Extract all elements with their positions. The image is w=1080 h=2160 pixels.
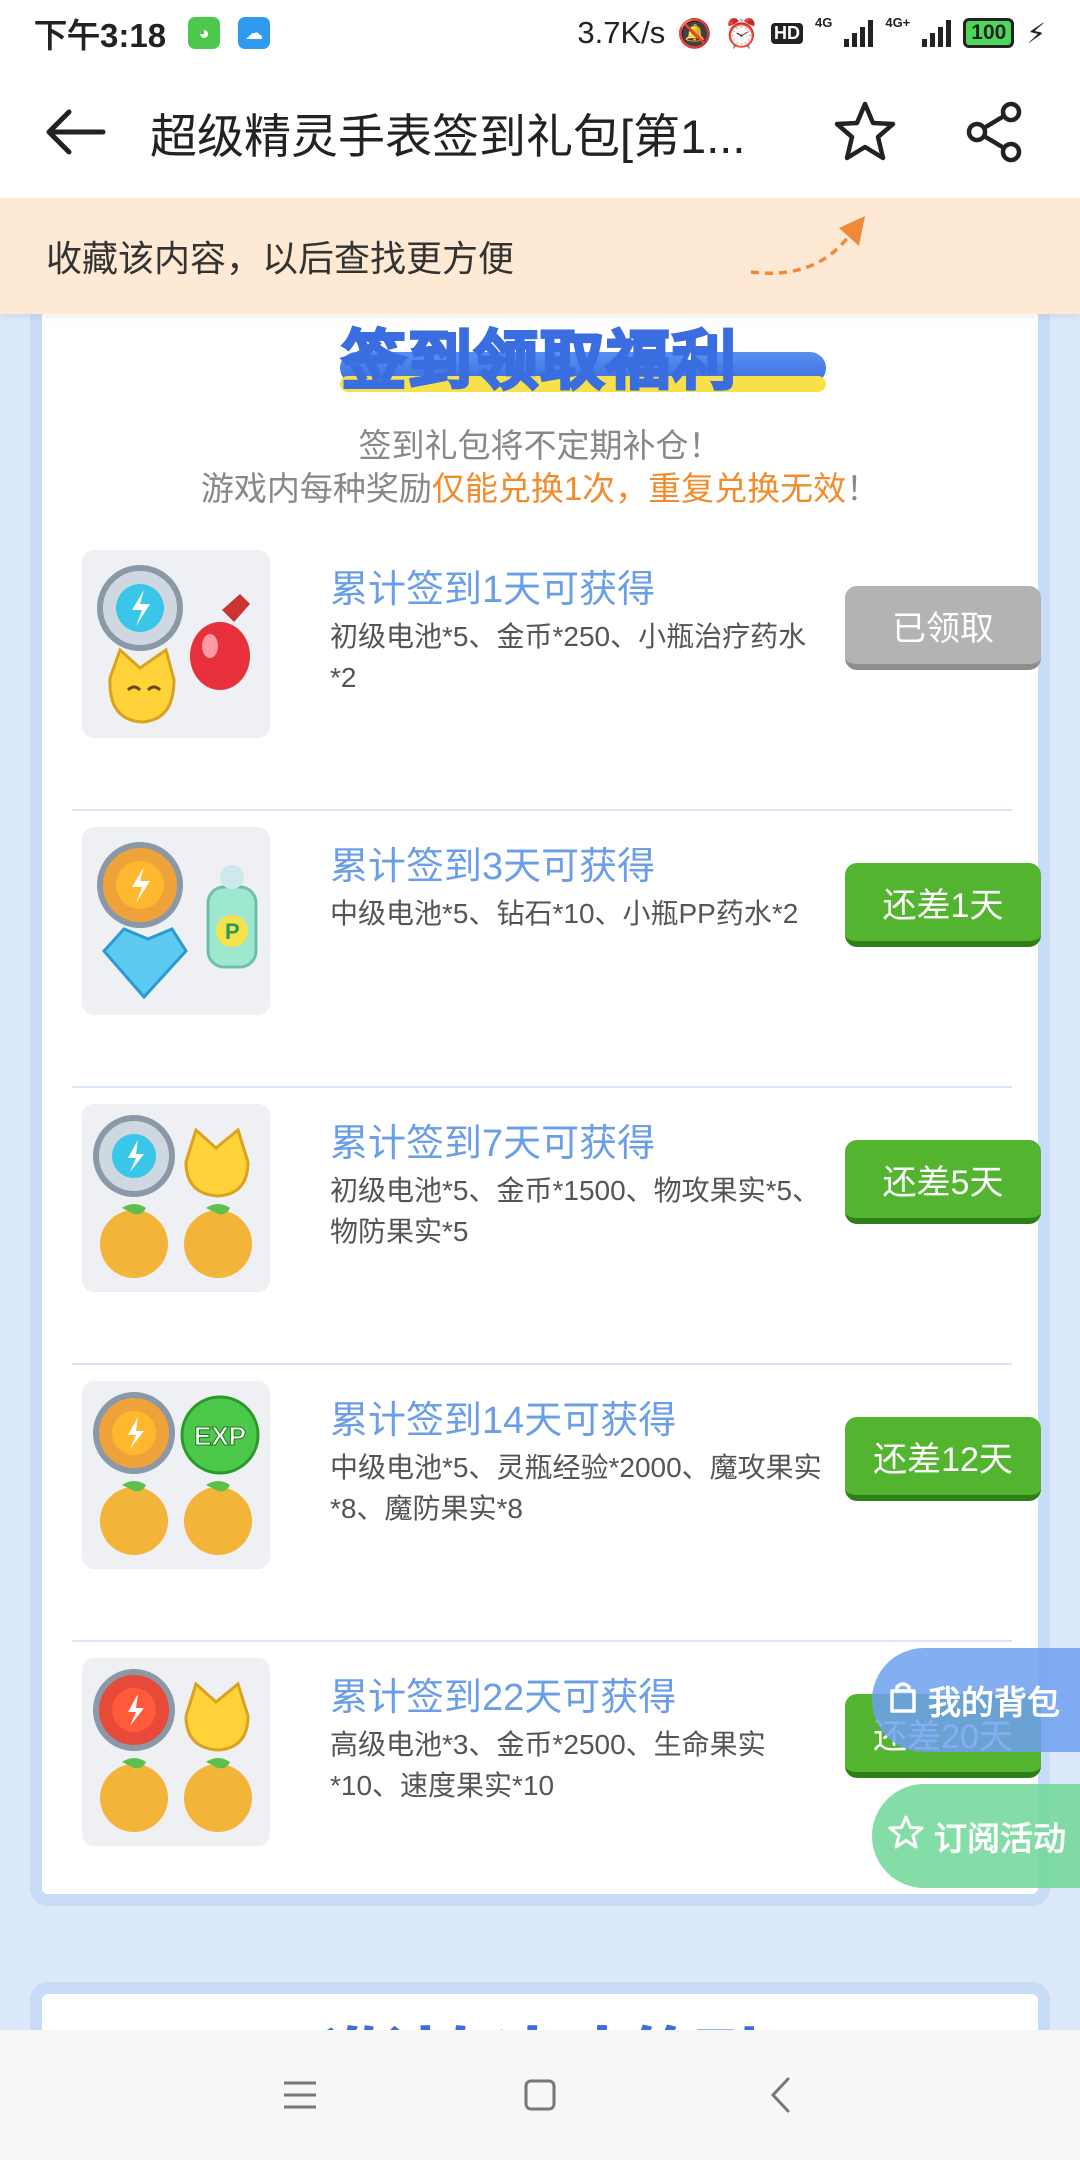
subtitle-line-2: 游戏内每种奖励仅能兑换1次，重复兑换无效！ (200, 470, 880, 507)
tip-text: 收藏该内容，以后查找更方便 (46, 238, 515, 279)
back-arrow-icon (46, 109, 106, 155)
my-bag-label: 我的背包 (928, 1684, 1060, 1721)
reward-title: 累计签到3天可获得 (330, 846, 656, 888)
home-square-icon (524, 2079, 556, 2111)
reward-title: 累计签到14天可获得 (330, 1400, 677, 1442)
reward-items-image (82, 1658, 270, 1846)
reward-row: 累计签到7天可获得 初级电池*5、金币*1500、物攻果实*5、物防果实*5 还… (72, 1088, 1041, 1365)
app-header: 超级精灵手表签到礼包[第1... (0, 66, 1080, 198)
subscribe-label: 订阅活动 (934, 1820, 1066, 1857)
page-title: 超级精灵手表签到礼包[第1... (150, 109, 746, 163)
reward-items-image (82, 550, 270, 738)
share-icon (966, 101, 1022, 163)
days-remaining-button[interactable]: 还差12天 (845, 1417, 1041, 1501)
alarm-icon: ⏰ (724, 17, 759, 49)
section-title: 签到领取福利 (341, 324, 738, 399)
reward-description: 初级电池*5、金币*1500、物攻果实*5、物防果实*5 (330, 1175, 821, 1247)
reward-description: 初级电池*5、金币*250、小瓶治疗药水*2 (330, 621, 807, 693)
favorite-button[interactable] (800, 66, 930, 198)
hd-icon: HD (771, 22, 803, 44)
sim1-label: 4G (815, 15, 833, 30)
share-button[interactable] (930, 66, 1060, 198)
reward-description: 中级电池*5、灵瓶经验*2000、魔攻果实*8、魔防果实*8 (330, 1452, 822, 1524)
days-remaining-button[interactable]: 还差5天 (845, 1140, 1041, 1224)
reward-row: EXP 累计签到14天可获得 中级电池*5、灵瓶经验*2000、魔攻果实*8、魔… (72, 1365, 1041, 1642)
reward-description: 高级电池*3、金币*2500、生命果实*10、速度果实*10 (330, 1729, 766, 1801)
reward-title: 累计签到7天可获得 (330, 1123, 656, 1165)
section-subtitle: 签到礼包将不定期补仓！ 游戏内每种奖励仅能兑换1次，重复兑换无效！ (42, 424, 1038, 510)
home-nav-button[interactable] (490, 2045, 590, 2145)
cloud-notification-icon: ☁ (238, 17, 271, 49)
sim2-label: 4G+ (885, 15, 911, 30)
subscribe-button[interactable]: 订阅活动 (872, 1784, 1080, 1888)
subtitle-line-1: 签到礼包将不定期补仓！ (358, 427, 722, 464)
menu-nav-button[interactable] (250, 2045, 350, 2145)
star-icon (834, 101, 896, 161)
back-chevron-icon (770, 2077, 790, 2113)
menu-icon (284, 2081, 316, 2109)
mute-bell-icon: 🔕 (677, 17, 713, 49)
app-notification-icon: ◕ (188, 17, 221, 49)
reward-row: 累计签到22天可获得 高级电池*3、金币*2500、生命果实*10、速度果实*1… (72, 1642, 1041, 1919)
reward-title: 累计签到1天可获得 (330, 569, 656, 611)
svg-text:EXP: EXP (194, 1421, 246, 1451)
reward-items-image: EXP (82, 1381, 270, 1569)
reward-description: 中级电池*5、钻石*10、小瓶PP药水*2 (330, 898, 799, 929)
claimed-button[interactable]: 已领取 (845, 586, 1041, 670)
signal-icon (922, 19, 952, 47)
reward-row: P 累计签到3天可获得 中级电池*5、钻石*10、小瓶PP药水*2 还差1天 (72, 811, 1041, 1088)
bag-icon (888, 1679, 918, 1721)
favorite-tip-banner[interactable]: 收藏该内容，以后查找更方便 (0, 198, 1080, 314)
days-remaining-button[interactable]: 还差1天 (845, 863, 1041, 947)
back-button[interactable] (0, 66, 150, 198)
system-nav-bar (0, 2030, 1080, 2160)
reward-title: 累计签到22天可获得 (330, 1677, 677, 1719)
status-time: 下午3:18 (34, 17, 167, 54)
svg-text:P: P (225, 919, 240, 944)
reward-items-image: P (82, 827, 270, 1015)
battery-icon: 100 (963, 18, 1015, 48)
charging-icon: ⚡ (1026, 17, 1046, 49)
status-bar: 下午3:18 ◕ ☁ 3.7K/s 🔕 ⏰ HD 4G 4G+ 100 ⚡ (0, 0, 1080, 66)
subtitle-highlight: 仅能兑换1次，重复兑换无效 (431, 470, 847, 507)
star-outline-icon (888, 1815, 924, 1857)
net-speed: 3.7K/s (577, 15, 666, 50)
reward-row: 累计签到1天可获得 初级电池*5、金币*250、小瓶治疗药水*2 已领取 (72, 534, 1041, 811)
reward-items-image (82, 1104, 270, 1292)
my-bag-button[interactable]: 我的背包 (872, 1648, 1080, 1752)
signal-icon (844, 19, 874, 47)
back-nav-button[interactable] (730, 2045, 830, 2145)
curved-arrow-icon (750, 216, 865, 275)
